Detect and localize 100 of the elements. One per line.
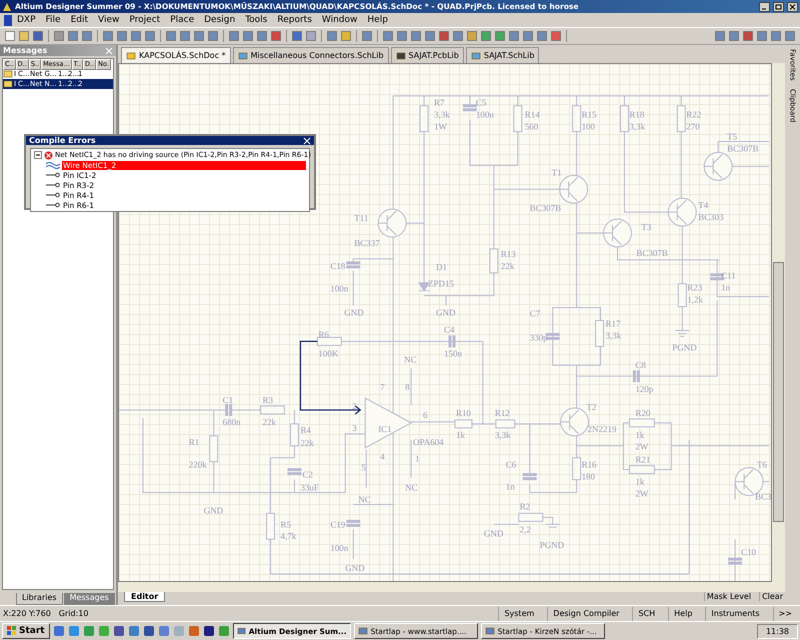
quick-launch-icon[interactable] <box>142 625 155 637</box>
panel-title: Messages <box>3 46 48 55</box>
component-label: R20 <box>635 408 650 418</box>
component-label: R12 <box>494 408 510 418</box>
panel-tab[interactable]: Messages <box>64 593 115 605</box>
component-label: NC <box>404 354 417 364</box>
menu-item[interactable]: Project <box>124 15 166 25</box>
maximize-button[interactable] <box>773 2 784 12</box>
mask-level-button[interactable]: Mask Level <box>704 592 754 601</box>
component-label: 22k <box>500 260 514 271</box>
error-icon <box>44 150 53 160</box>
menu-item[interactable]: Place <box>165 15 200 25</box>
component-label: C2 <box>302 470 313 480</box>
document-tab[interactable]: Miscellaneous Connectors.SchLib <box>232 47 389 63</box>
component-label: R7 <box>434 98 444 108</box>
component-label: R2 <box>520 501 530 512</box>
window-icon <box>358 626 368 636</box>
menu-item[interactable]: Design <box>199 15 240 25</box>
document-tab[interactable]: SAJAT.PcbLib <box>390 47 464 63</box>
component-label: C1 <box>222 395 234 406</box>
component-label: C10 <box>741 547 756 558</box>
vertical-scrollbar[interactable] <box>772 63 785 582</box>
pin-icon <box>46 181 60 189</box>
component-label: GND <box>484 528 504 538</box>
component-label: GND <box>436 308 456 318</box>
component-label: NC <box>405 482 418 493</box>
quick-launch-icon[interactable] <box>112 625 125 637</box>
menu-item[interactable]: File <box>40 15 66 25</box>
menu-item[interactable]: Window <box>316 15 362 25</box>
editor-tab[interactable]: Editor <box>124 592 166 602</box>
start-button[interactable]: Start <box>2 623 50 639</box>
component-label: IC1 <box>378 424 392 434</box>
component-label: 7 <box>380 382 385 392</box>
document-icon <box>396 50 406 60</box>
component-label: R21 <box>635 454 650 465</box>
minimize-button[interactable] <box>759 2 770 12</box>
component-label: 6 <box>423 410 428 420</box>
component-label: R17 <box>606 318 620 328</box>
component-label: BC337 <box>354 238 380 248</box>
menu-item[interactable]: View <box>93 15 124 25</box>
component-label: BC303 <box>698 212 724 222</box>
windows-logo-icon <box>7 626 17 636</box>
component-label: T1 <box>552 167 562 178</box>
component-label: BC307B <box>636 248 668 258</box>
component-label: T11 <box>354 213 368 224</box>
component-label: PGND <box>540 540 564 550</box>
panel-tab[interactable]: Libraries <box>16 593 63 605</box>
component-label: 2W <box>635 442 648 452</box>
component-label: 2N2219 <box>588 424 616 434</box>
app-logo-icon <box>2 2 12 12</box>
component-label: BC307B <box>530 203 562 214</box>
component-label: T6 <box>757 460 767 470</box>
component-label: PGND <box>672 342 697 352</box>
component-label: 3,3k <box>434 110 450 120</box>
component-label: 680n <box>222 416 241 427</box>
schematic-canvas[interactable] <box>118 63 772 582</box>
menu-item[interactable]: Tools <box>240 15 272 25</box>
component-label: 33uF <box>300 482 319 493</box>
document-icon <box>126 50 136 60</box>
cursor-coordinates: X:220 Y:760 <box>3 609 51 618</box>
menu-item[interactable]: Reports <box>272 15 317 25</box>
component-label: 100 <box>582 122 596 132</box>
collapse-icon[interactable] <box>34 151 42 159</box>
component-label: 330p <box>530 332 548 342</box>
window-icon <box>484 626 495 636</box>
menu-item[interactable]: Edit <box>66 15 94 25</box>
close-icon[interactable] <box>303 136 311 144</box>
component-label: 3,3k <box>494 430 511 440</box>
component-label: 22k <box>300 438 314 448</box>
component-label: T3 <box>641 222 652 232</box>
window-icon <box>236 626 246 636</box>
component-label: 1k <box>456 430 465 440</box>
component-label: 1,2k <box>687 294 703 305</box>
component-label: 120p <box>635 384 654 394</box>
component-label: 1n <box>506 482 515 492</box>
close-button[interactable] <box>787 2 798 12</box>
horizontal-scrollbar[interactable] <box>118 582 785 592</box>
component-label: GND <box>345 563 365 574</box>
component-label: 2 <box>352 401 357 411</box>
document-tab[interactable]: SAJAT.SchLib <box>466 47 540 63</box>
dialog-title: Compile Errors <box>29 136 96 145</box>
component-label: C8 <box>635 360 646 370</box>
component-label: 1 <box>415 454 420 464</box>
document-icon <box>238 50 248 60</box>
component-label: T5 <box>727 132 738 142</box>
menu-item[interactable]: Help <box>362 15 393 25</box>
pin-icon <box>46 201 60 209</box>
component-label: 8 <box>405 382 410 392</box>
menu-item[interactable]: DXP <box>12 15 41 25</box>
component-label: R13 <box>500 248 516 259</box>
component-label: R10 <box>456 408 471 418</box>
clear-button[interactable]: Clear <box>759 592 785 601</box>
quick-launch-icon[interactable] <box>202 625 215 637</box>
component-label: C18 <box>330 260 346 271</box>
component-label: 270 <box>686 122 700 132</box>
component-label: 100u <box>476 110 494 120</box>
component-label: T4 <box>698 200 708 210</box>
component-label: R1 <box>188 436 200 447</box>
document-tab[interactable]: KAPCSOLÁS.SchDoc * <box>121 47 231 63</box>
component-label: 560 <box>524 122 538 132</box>
